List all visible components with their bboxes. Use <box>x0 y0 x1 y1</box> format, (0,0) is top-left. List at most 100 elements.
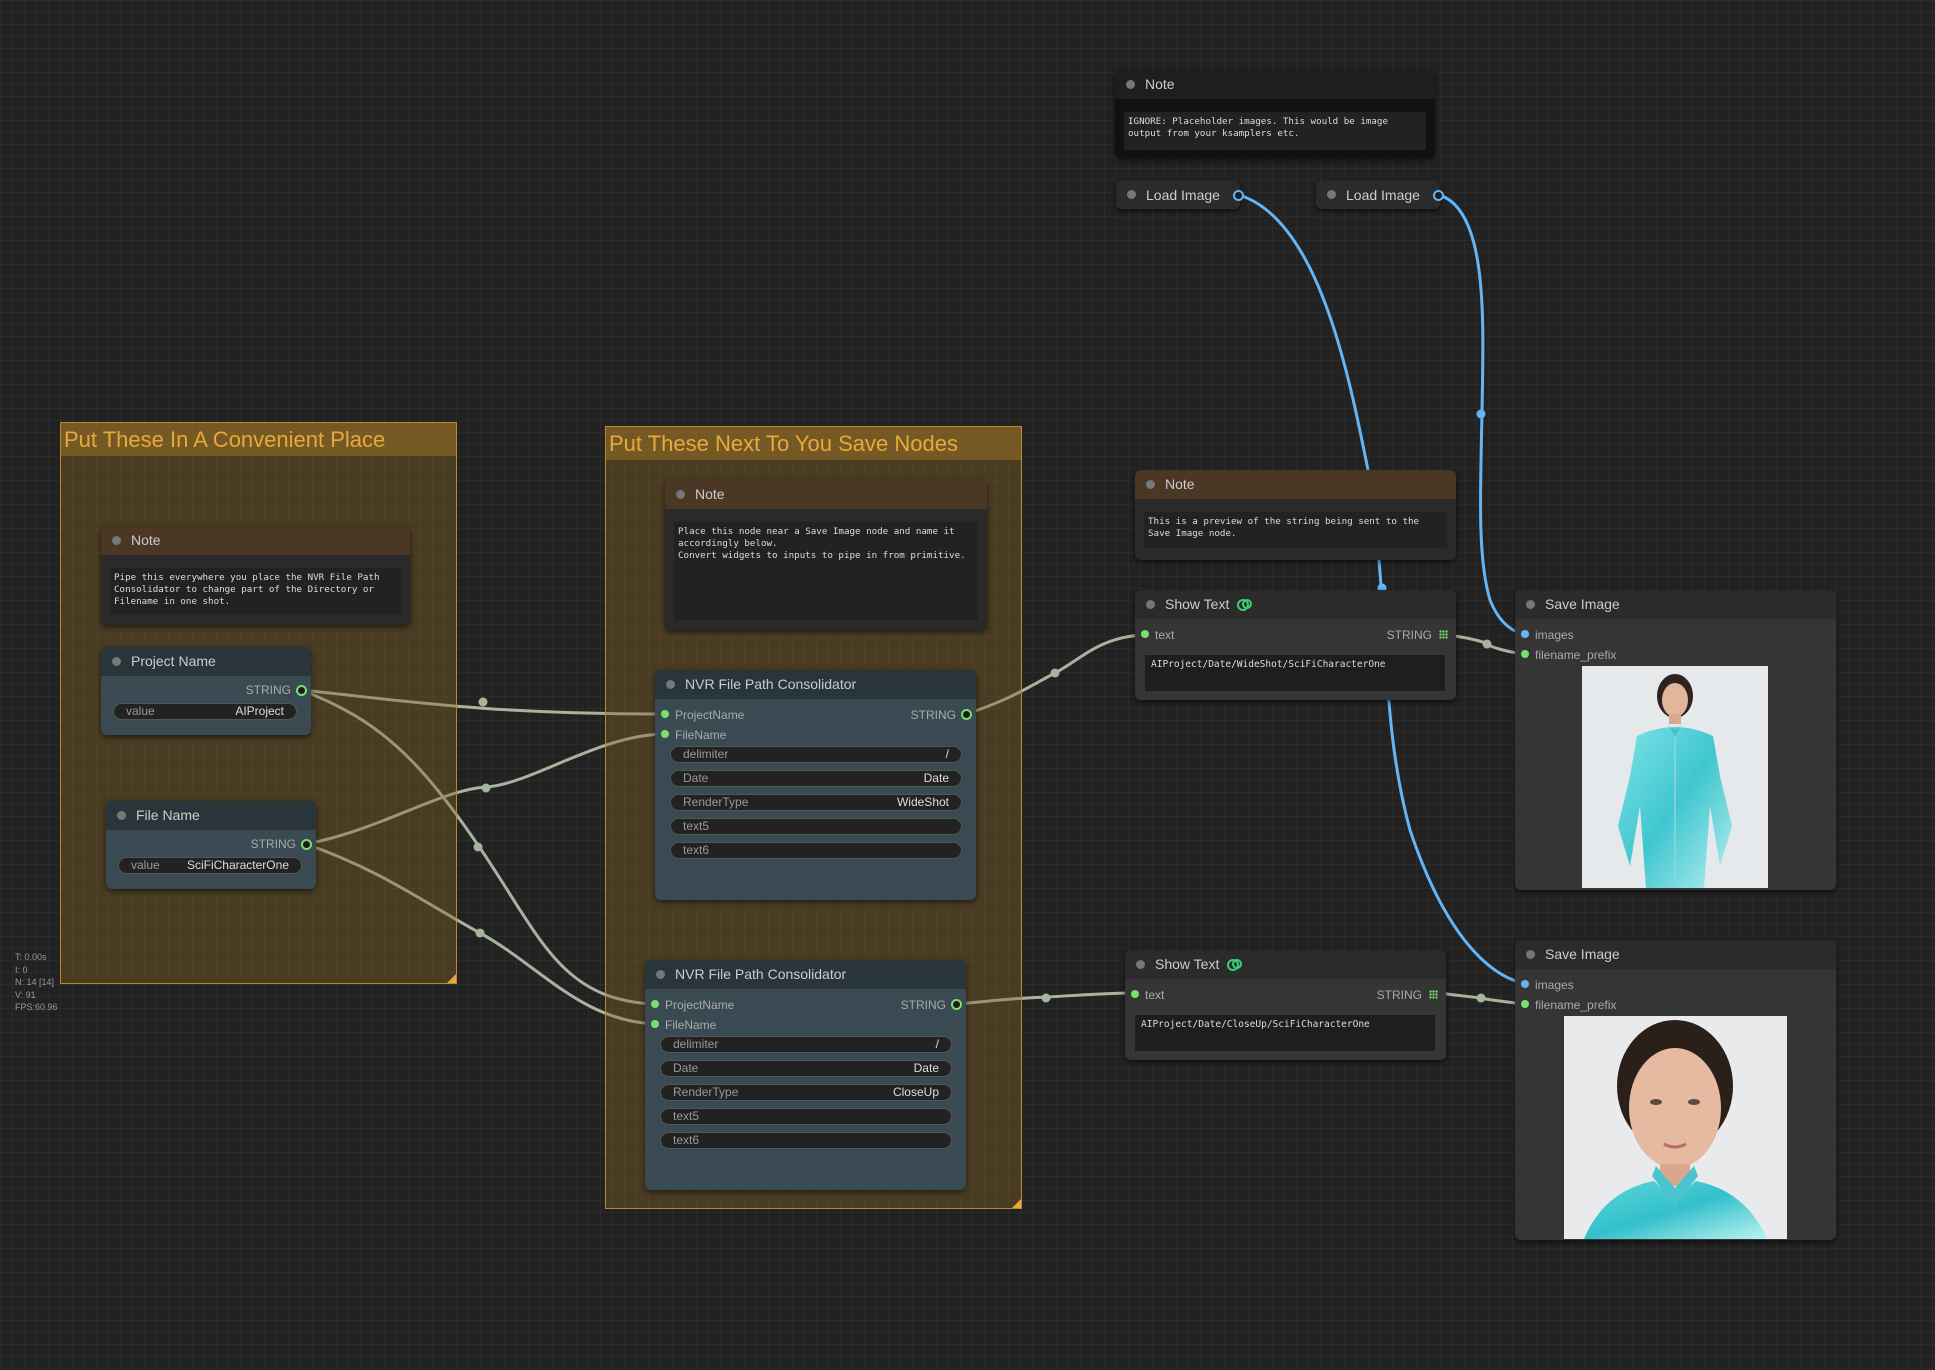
save-image-a-input-socket-images[interactable] <box>1521 630 1529 638</box>
collapse-dot-icon[interactable] <box>676 490 685 499</box>
show-text-node-a[interactable]: Show Text text STRING AIProject/Date/Wid… <box>1135 590 1456 700</box>
file-path-consolidator-node-a[interactable]: NVR File Path Consolidator ProjectName F… <box>655 670 976 900</box>
node-title-text: Project Name <box>131 653 216 669</box>
output-label: STRING <box>1386 628 1432 642</box>
show-text-a-input-socket[interactable] <box>1141 630 1149 638</box>
note-node-placeholder[interactable]: Note IGNORE: Placeholder images. This wo… <box>1115 70 1435 158</box>
text5-widget[interactable]: text5 <box>660 1108 952 1125</box>
text5-widget[interactable]: text5 <box>670 818 962 835</box>
note-node-preview[interactable]: Note This is a preview of the string bei… <box>1135 470 1456 560</box>
collapse-dot-icon[interactable] <box>1136 960 1145 969</box>
node-title[interactable]: Save Image <box>1515 940 1836 969</box>
consolidator-a-input-socket-filename[interactable] <box>661 730 669 738</box>
date-widget[interactable]: Date Date <box>660 1060 952 1077</box>
show-text-node-b[interactable]: Show Text text STRING AIProject/Date/Clo… <box>1125 950 1446 1060</box>
group-title[interactable]: Put These Next To You Save Nodes <box>606 427 1021 460</box>
delimiter-widget[interactable]: delimiter / <box>670 746 962 763</box>
collapse-dot-icon[interactable] <box>112 657 121 666</box>
delimiter-widget[interactable]: delimiter / <box>660 1036 952 1053</box>
widget-value: / <box>945 747 949 761</box>
node-title[interactable]: NVR File Path Consolidator <box>645 960 966 989</box>
consolidator-b-input-socket-filename[interactable] <box>651 1020 659 1028</box>
save-image-b-input-socket-images[interactable] <box>1521 980 1529 988</box>
group-resize-handle[interactable] <box>447 974 456 983</box>
show-text-value[interactable]: AIProject/Date/WideShot/SciFiCharacterOn… <box>1145 655 1445 691</box>
widget-label: RenderType <box>673 1085 739 1099</box>
consolidator-b-input-socket-projectname[interactable] <box>651 1000 659 1008</box>
input-label-text: text <box>1155 628 1175 642</box>
note-text[interactable]: Place this node near a Save Image node a… <box>674 522 978 620</box>
load-image-node-1[interactable]: Load Image <box>1116 181 1240 209</box>
node-title-text: Save Image <box>1545 946 1620 962</box>
text6-widget[interactable]: text6 <box>660 1132 952 1149</box>
rendertype-widget[interactable]: RenderType CloseUp <box>660 1084 952 1101</box>
note-text[interactable]: This is a preview of the string being se… <box>1144 512 1447 548</box>
group-title[interactable]: Put These In A Convenient Place <box>61 423 456 456</box>
image-preview[interactable] <box>1564 1016 1787 1239</box>
save-image-node-a[interactable]: Save Image images filename_prefix <box>1515 590 1836 890</box>
image-preview[interactable] <box>1582 666 1768 888</box>
link-badge-icon <box>1227 959 1242 971</box>
figure-fullbody-image <box>1582 666 1768 888</box>
consolidator-a-output-socket[interactable] <box>961 709 972 720</box>
collapse-dot-icon[interactable] <box>666 680 675 689</box>
load-image-node-2[interactable]: Load Image <box>1316 181 1440 209</box>
save-image-a-input-socket-filename-prefix[interactable] <box>1521 650 1529 658</box>
output-label: STRING <box>245 683 291 697</box>
widget-value: AIProject <box>235 704 284 718</box>
node-title: Load Image <box>1146 187 1220 203</box>
text6-widget[interactable]: text6 <box>670 842 962 859</box>
input-label-filename-prefix: filename_prefix <box>1535 648 1617 662</box>
input-label-filename: FileName <box>675 728 727 742</box>
group-resize-handle[interactable] <box>1012 1199 1021 1208</box>
node-title[interactable]: Save Image <box>1515 590 1836 619</box>
value-widget[interactable]: value SciFiCharacterOne <box>118 857 302 874</box>
save-image-b-input-socket-filename-prefix[interactable] <box>1521 1000 1529 1008</box>
note-title: Note <box>1145 76 1175 92</box>
note-text[interactable]: IGNORE: Placeholder images. This would b… <box>1124 112 1426 150</box>
collapse-dot-icon[interactable] <box>1146 480 1155 489</box>
rendertype-widget[interactable]: RenderType WideShot <box>670 794 962 811</box>
note-node-pipe[interactable]: Note Pipe this everywhere you place the … <box>101 526 410 625</box>
show-text-b-input-socket[interactable] <box>1131 990 1139 998</box>
node-title[interactable]: NVR File Path Consolidator <box>655 670 976 699</box>
consolidator-b-output-socket[interactable] <box>951 999 962 1010</box>
project-name-output-socket[interactable] <box>296 685 307 696</box>
collapse-dot-icon[interactable] <box>117 811 126 820</box>
node-title[interactable]: Project Name <box>101 647 311 676</box>
node-title[interactable]: Show Text <box>1125 950 1446 979</box>
date-widget[interactable]: Date Date <box>670 770 962 787</box>
value-widget[interactable]: value AIProject <box>113 703 297 720</box>
list-output-icon <box>1439 630 1448 639</box>
collapse-dot-icon[interactable] <box>656 970 665 979</box>
node-title[interactable]: Note <box>1115 70 1435 99</box>
collapse-dot-icon[interactable] <box>1126 80 1135 89</box>
note-title: Note <box>1165 476 1195 492</box>
node-title[interactable]: Note <box>101 526 410 555</box>
note-node-place-near-save[interactable]: Note Place this node near a Save Image n… <box>665 480 987 630</box>
collapse-dot-icon[interactable] <box>1526 600 1535 609</box>
node-title[interactable]: Show Text <box>1135 590 1456 619</box>
consolidator-a-input-socket-projectname[interactable] <box>661 710 669 718</box>
node-title[interactable]: File Name <box>106 801 316 830</box>
collapse-dot-icon[interactable] <box>112 536 121 545</box>
node-title[interactable]: Note <box>1135 470 1456 499</box>
node-title[interactable]: Note <box>665 480 987 509</box>
widget-label: delimiter <box>673 1037 719 1051</box>
save-image-node-b[interactable]: Save Image images filename_prefix <box>1515 940 1836 1240</box>
widget-label: delimiter <box>683 747 729 761</box>
collapse-dot-icon[interactable] <box>1526 950 1535 959</box>
project-name-node[interactable]: Project Name STRING value AIProject <box>101 647 311 735</box>
collapse-dot-icon[interactable] <box>1327 190 1336 199</box>
collapse-dot-icon[interactable] <box>1146 600 1155 609</box>
file-name-output-socket[interactable] <box>301 839 312 850</box>
file-name-node[interactable]: File Name STRING value SciFiCharacterOne <box>106 801 316 889</box>
input-label-projectname: ProjectName <box>675 708 745 722</box>
show-text-value[interactable]: AIProject/Date/CloseUp/SciFiCharacterOne <box>1135 1015 1435 1051</box>
load-image-1-output-socket[interactable] <box>1233 190 1244 201</box>
note-text[interactable]: Pipe this everywhere you place the NVR F… <box>110 568 401 614</box>
file-path-consolidator-node-b[interactable]: NVR File Path Consolidator ProjectName F… <box>645 960 966 1190</box>
load-image-2-output-socket[interactable] <box>1433 190 1444 201</box>
collapse-dot-icon[interactable] <box>1127 190 1136 199</box>
output-label: STRING <box>910 708 956 722</box>
